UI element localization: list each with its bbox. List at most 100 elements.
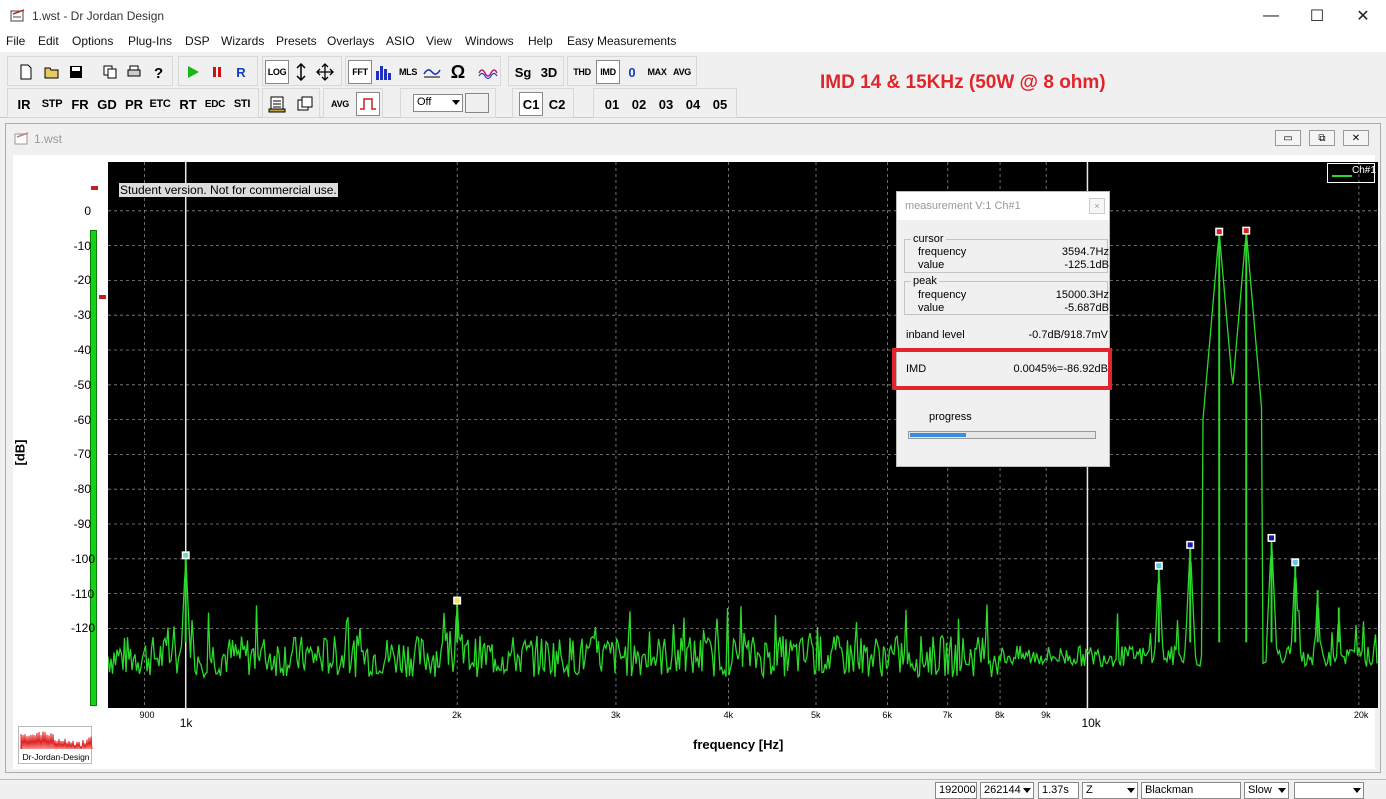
menu-plugins[interactable]: Plug-Ins <box>128 34 172 48</box>
menu-options[interactable]: Options <box>72 34 113 48</box>
close-button[interactable]: ✕ <box>1340 0 1386 32</box>
cursor-group-label: cursor <box>911 233 946 245</box>
toolbar-area: ? R LOG FFT MLS Ω Sg 3D THD IMD 0 MAX AV… <box>0 52 1386 118</box>
document-minimize-button[interactable]: ▭ <box>1275 130 1301 146</box>
pause-button[interactable] <box>205 60 229 84</box>
menu-presets[interactable]: Presets <box>276 34 317 48</box>
peak-marker <box>183 552 189 558</box>
fft-button[interactable]: FFT <box>348 60 372 84</box>
document-title-bar: 1.wst ▭ ⧉ ✕ <box>6 124 1380 152</box>
fft-size-select[interactable]: 262144 <box>980 782 1034 799</box>
mls-button[interactable]: MLS <box>396 60 420 84</box>
overlay-color-button[interactable] <box>465 93 489 113</box>
rt-button[interactable]: RT <box>176 92 200 116</box>
legend[interactable]: Ch#1 <box>1327 163 1376 183</box>
max-button[interactable]: MAX <box>645 60 669 84</box>
document-close-button[interactable]: ✕ <box>1343 130 1369 146</box>
overlay-02-button[interactable]: 02 <box>627 92 651 116</box>
menu-help[interactable]: Help <box>528 34 553 48</box>
copy-button[interactable] <box>98 60 122 84</box>
open-file-button[interactable] <box>40 60 64 84</box>
menu-wizards[interactable]: Wizards <box>221 34 264 48</box>
thd-button[interactable]: THD <box>570 60 594 84</box>
overlay-03-button[interactable]: 03 <box>654 92 678 116</box>
waterfall-button[interactable] <box>476 60 500 84</box>
view-toolbar: Sg 3D <box>508 56 564 86</box>
etc-button[interactable]: ETC <box>148 92 172 116</box>
channel-1-button[interactable]: C1 <box>519 92 543 116</box>
save-button[interactable] <box>64 60 88 84</box>
play-button[interactable] <box>181 60 205 84</box>
window-function-field[interactable]: Blackman <box>1141 782 1241 799</box>
3d-button[interactable]: 3D <box>537 60 561 84</box>
avg-button[interactable]: AVG <box>670 60 694 84</box>
extra-select[interactable] <box>1294 782 1364 799</box>
student-notice: Student version. Not for commercial use. <box>119 183 338 197</box>
impedance-button[interactable]: Ω <box>446 60 470 84</box>
menu-asio[interactable]: ASIO <box>386 34 415 48</box>
properties-icon <box>268 96 286 113</box>
fr-button[interactable]: FR <box>68 92 92 116</box>
measurement-close-button[interactable]: × <box>1089 198 1105 214</box>
menu-view[interactable]: View <box>426 34 452 48</box>
gate-button[interactable] <box>356 92 380 116</box>
plot-canvas[interactable] <box>107 162 1378 708</box>
peak-marker <box>1269 535 1275 541</box>
menu-edit[interactable]: Edit <box>38 34 59 48</box>
x-tick-label: 1k <box>179 716 193 730</box>
meter-peak-marker <box>91 186 98 190</box>
meter-level-marker <box>99 295 106 299</box>
filter-button[interactable] <box>420 60 444 84</box>
menu-file[interactable]: File <box>6 34 25 48</box>
peak-marker <box>1243 228 1249 234</box>
menu-dsp[interactable]: DSP <box>185 34 210 48</box>
overlay-05-button[interactable]: 05 <box>708 92 732 116</box>
y-tick-label: -70 <box>73 447 91 462</box>
menu-overlays[interactable]: Overlays <box>327 34 374 48</box>
pan-button[interactable] <box>313 60 337 84</box>
channel-2-button[interactable]: C2 <box>545 92 569 116</box>
legend-label: Ch#1 <box>1352 165 1376 176</box>
signal-generator-button[interactable]: Sg <box>511 60 535 84</box>
sample-rate-field[interactable]: 192000 <box>935 782 977 799</box>
overlay-select[interactable]: Off <box>413 94 463 112</box>
overlay-04-button[interactable]: 04 <box>681 92 705 116</box>
log-button[interactable]: LOG <box>265 60 289 84</box>
menu-easy-measurements[interactable]: Easy Measurements <box>567 34 676 48</box>
edc-button[interactable]: EDC <box>203 92 227 116</box>
peak-marker <box>1187 542 1193 548</box>
record-button[interactable]: R <box>229 60 253 84</box>
plot-area: 0 -10 -20 -30 -40 -50 -60 -70 -80 -90 -100 -110 -120… <box>13 155 1378 769</box>
overlay-slots-toolbar: 01 02 03 04 05 <box>593 88 737 118</box>
new-file-button[interactable] <box>14 60 38 84</box>
wave-icon <box>423 69 441 78</box>
stp-button[interactable]: STP <box>40 92 64 116</box>
average-button[interactable]: AVG <box>326 92 354 116</box>
maximize-button[interactable]: ☐ <box>1294 0 1340 32</box>
overlay-01-button[interactable]: 01 <box>600 92 624 116</box>
document-restore-button[interactable]: ⧉ <box>1309 130 1335 146</box>
spectrum-bars-button[interactable] <box>372 60 396 84</box>
sti-button[interactable]: STI <box>230 92 254 116</box>
z-select[interactable]: Z <box>1082 782 1138 799</box>
y-tick-label: 0 <box>84 203 91 218</box>
overlay-copy-button[interactable] <box>293 92 317 116</box>
minimize-button[interactable]: — <box>1248 0 1294 32</box>
speed-select[interactable]: Slow <box>1244 782 1289 799</box>
gd-button[interactable]: GD <box>95 92 119 116</box>
pr-button[interactable]: PR <box>122 92 146 116</box>
ir-button[interactable]: IR <box>12 92 36 116</box>
duration-field[interactable]: 1.37s <box>1038 782 1079 799</box>
print-button[interactable] <box>122 60 146 84</box>
overlay-select-value: Off <box>417 96 432 108</box>
y-tick-label: -100 <box>71 551 96 566</box>
document-title: 1.wst <box>34 132 63 146</box>
menu-bar: File Edit Options Plug-Ins DSP Wizards P… <box>0 32 1386 52</box>
properties-button[interactable] <box>265 92 289 116</box>
banner-annotation: IMD 14 & 15KHz (50W @ 8 ohm) <box>820 72 1106 93</box>
menu-windows[interactable]: Windows <box>465 34 514 48</box>
zero-button[interactable]: 0 <box>620 60 644 84</box>
help-button[interactable]: ? <box>146 60 170 84</box>
imd-button[interactable]: IMD <box>596 60 620 84</box>
vertical-zoom-button[interactable] <box>289 60 313 84</box>
